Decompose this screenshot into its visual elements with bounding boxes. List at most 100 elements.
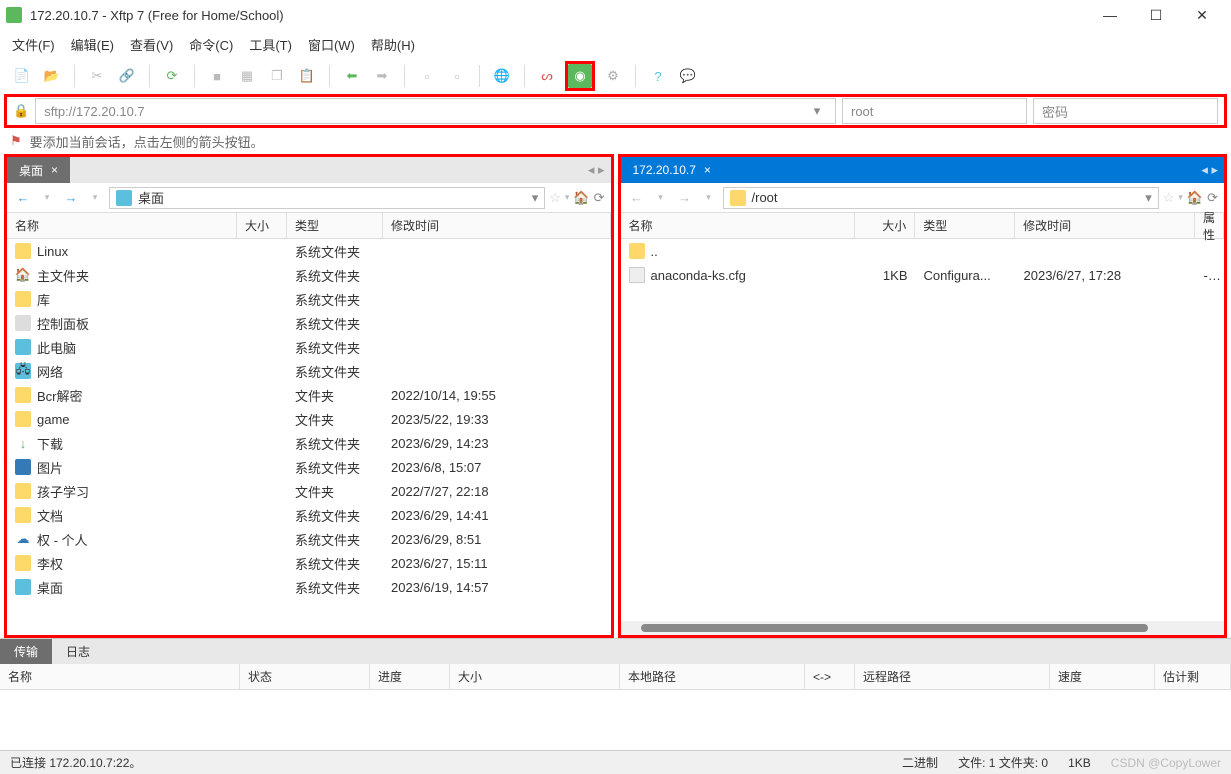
remote-col-size[interactable]: 大小: [855, 213, 915, 238]
th-remote[interactable]: 远程路径: [855, 664, 1050, 689]
new-session-icon[interactable]: 📄: [10, 64, 34, 88]
file-name: 图片: [37, 458, 63, 477]
menu-window[interactable]: 窗口(W): [308, 35, 355, 54]
file-row[interactable]: 孩子学习 文件夹 2022/7/27, 22:18: [7, 479, 611, 503]
remote-col-name[interactable]: 名称: [621, 213, 856, 238]
folder-icon: [15, 483, 31, 499]
local-tab-close-icon[interactable]: ×: [51, 163, 58, 177]
th-speed[interactable]: 速度: [1050, 664, 1155, 689]
globe-icon[interactable]: 🌐: [490, 64, 514, 88]
settings-icon[interactable]: ⚙: [601, 64, 625, 88]
local-home-icon[interactable]: 🏠: [573, 190, 589, 206]
file-row[interactable]: 图片 系统文件夹 2023/6/8, 15:07: [7, 455, 611, 479]
file-row[interactable]: ↓下载 系统文件夹 2023/6/29, 14:23: [7, 431, 611, 455]
username-input[interactable]: root: [842, 98, 1027, 124]
local-tab-nav[interactable]: ◂ ▸: [582, 162, 611, 178]
file-row[interactable]: anaconda-ks.cfg 1KB Configura... 2023/6/…: [621, 263, 1225, 287]
local-back-icon[interactable]: ←: [13, 190, 33, 205]
remote-path-drop-icon[interactable]: ▾: [1145, 190, 1152, 206]
remote-back-icon[interactable]: ←: [627, 190, 647, 205]
page2-icon[interactable]: ▫: [445, 64, 469, 88]
local-refresh-icon[interactable]: ⟳: [594, 190, 605, 206]
local-col-type[interactable]: 类型: [287, 213, 383, 238]
menu-command[interactable]: 命令(C): [189, 35, 233, 54]
remote-tab-close-icon[interactable]: ×: [704, 163, 711, 177]
help-icon[interactable]: ?: [646, 64, 670, 88]
file-row[interactable]: 库 系统文件夹: [7, 287, 611, 311]
paste-icon[interactable]: 📋: [295, 64, 319, 88]
file-row[interactable]: 文档 系统文件夹 2023/6/29, 14:41: [7, 503, 611, 527]
close-button[interactable]: ✕: [1179, 0, 1225, 30]
remote-refresh-icon[interactable]: ⟳: [1207, 190, 1218, 206]
menu-view[interactable]: 查看(V): [130, 35, 173, 54]
password-input[interactable]: 密码: [1033, 98, 1218, 124]
copy-icon[interactable]: ❐: [265, 64, 289, 88]
open-icon[interactable]: 📂: [40, 64, 64, 88]
tab-transfer[interactable]: 传输: [0, 639, 52, 665]
local-file-list[interactable]: Linux 系统文件夹 🏠主文件夹 系统文件夹 库 系统文件夹 控制面板 系统文…: [7, 239, 611, 635]
th-eta[interactable]: 估计剩: [1155, 664, 1231, 689]
maximize-button[interactable]: ☐: [1133, 0, 1179, 30]
local-path-input[interactable]: 桌面 ▾: [109, 187, 545, 209]
props-icon[interactable]: ▦: [235, 64, 259, 88]
xshell-icon[interactable]: ᔕ: [535, 64, 559, 88]
remote-scrollbar[interactable]: [621, 621, 1225, 635]
th-size[interactable]: 大小: [450, 664, 620, 689]
local-fwd-drop-icon[interactable]: ▾: [85, 192, 105, 203]
menu-help[interactable]: 帮助(H): [371, 35, 415, 54]
menu-edit[interactable]: 编辑(E): [71, 35, 114, 54]
remote-col-date[interactable]: 修改时间: [1015, 213, 1195, 238]
local-back-drop-icon[interactable]: ▾: [37, 192, 57, 203]
minimize-button[interactable]: —: [1087, 0, 1133, 30]
file-row[interactable]: 控制面板 系统文件夹: [7, 311, 611, 335]
menu-file[interactable]: 文件(F): [12, 35, 55, 54]
local-col-size[interactable]: 大小: [237, 213, 287, 238]
remote-bookmark-icon[interactable]: ☆: [1163, 190, 1175, 206]
local-bookmark-icon[interactable]: ☆: [549, 190, 561, 206]
chat-icon[interactable]: 💬: [676, 64, 700, 88]
link-icon[interactable]: 🔗: [115, 64, 139, 88]
cut-icon[interactable]: ✂: [85, 64, 109, 88]
th-name[interactable]: 名称: [0, 664, 240, 689]
remote-col-attr[interactable]: 属性: [1195, 213, 1224, 238]
file-row[interactable]: 🏠主文件夹 系统文件夹: [7, 263, 611, 287]
th-progress[interactable]: 进度: [370, 664, 450, 689]
local-col-date[interactable]: 修改时间: [383, 213, 611, 238]
remote-path-input[interactable]: /root ▾: [723, 187, 1159, 209]
highlighted-toolbar-button[interactable]: ◉: [565, 61, 595, 91]
file-type: 系统文件夹: [287, 530, 383, 549]
remote-file-list[interactable]: .. anaconda-ks.cfg 1KB Configura... 2023…: [621, 239, 1225, 621]
file-row[interactable]: ..: [621, 239, 1225, 263]
file-row[interactable]: ☁权 - 个人 系统文件夹 2023/6/29, 8:51: [7, 527, 611, 551]
remote-tab-nav[interactable]: ◂ ▸: [1195, 162, 1224, 178]
address-input[interactable]: sftp://172.20.10.7 ▾: [35, 98, 836, 124]
file-row[interactable]: 李权 系统文件夹 2023/6/27, 15:11: [7, 551, 611, 575]
th-local[interactable]: 本地路径: [620, 664, 805, 689]
panels: 桌面 × ◂ ▸ ← ▾ → ▾ 桌面 ▾ ☆ ▾ 🏠 ⟳ 名称 大小 类: [0, 154, 1231, 638]
file-row[interactable]: Bcr解密 文件夹 2022/10/14, 19:55: [7, 383, 611, 407]
file-row[interactable]: 🖧网络 系统文件夹: [7, 359, 611, 383]
transfer-right-icon[interactable]: ➡: [370, 64, 394, 88]
stop-icon[interactable]: ■: [205, 64, 229, 88]
transfer-left-icon[interactable]: ⬅: [340, 64, 364, 88]
tab-log[interactable]: 日志: [52, 639, 104, 665]
file-row[interactable]: 此电脑 系统文件夹: [7, 335, 611, 359]
remote-forward-icon[interactable]: →: [675, 190, 695, 205]
local-path-drop-icon[interactable]: ▾: [532, 190, 539, 206]
address-dropdown-icon[interactable]: ▾: [807, 103, 827, 119]
refresh-icon[interactable]: ⟳: [160, 64, 184, 88]
page1-icon[interactable]: ▫: [415, 64, 439, 88]
file-row[interactable]: game 文件夹 2023/5/22, 19:33: [7, 407, 611, 431]
remote-col-type[interactable]: 类型: [915, 213, 1015, 238]
th-arrow[interactable]: <->: [805, 664, 855, 689]
local-forward-icon[interactable]: →: [61, 190, 81, 205]
remote-home-icon[interactable]: 🏠: [1187, 190, 1203, 206]
th-status[interactable]: 状态: [240, 664, 370, 689]
remote-tab[interactable]: 172.20.10.7 ×: [621, 157, 723, 183]
local-col-name[interactable]: 名称: [7, 213, 237, 238]
file-row[interactable]: Linux 系统文件夹: [7, 239, 611, 263]
file-row[interactable]: 桌面 系统文件夹 2023/6/19, 14:57: [7, 575, 611, 599]
local-tab[interactable]: 桌面 ×: [7, 157, 70, 183]
status-binary: 二进制: [902, 754, 938, 771]
menu-tools[interactable]: 工具(T): [249, 35, 292, 54]
